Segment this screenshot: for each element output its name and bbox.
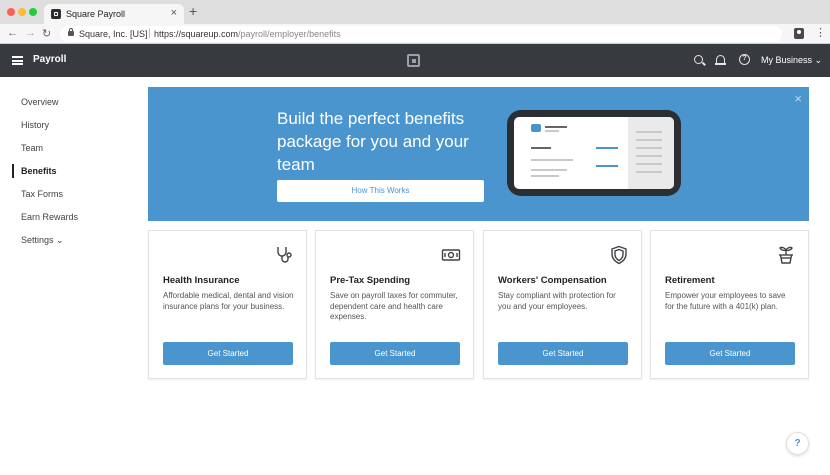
banner-title: Build the perfect benefits package for y… xyxy=(277,109,469,174)
card-description: Affordable medical, dental and vision in… xyxy=(163,291,294,311)
illustration-line xyxy=(531,169,567,171)
browser-menu-icon[interactable]: ⋮ xyxy=(815,26,826,39)
notifications-bell-icon[interactable] xyxy=(715,55,726,65)
pre-tax-spending-get-started-button[interactable]: Get Started xyxy=(330,342,460,365)
square-favicon-icon xyxy=(51,9,61,19)
tab-close-icon[interactable]: × xyxy=(171,7,177,19)
illustration-line xyxy=(545,126,567,128)
card-title: Health Insurance xyxy=(163,275,240,286)
hamburger-menu-icon[interactable] xyxy=(12,56,23,65)
insurance-logo-icon xyxy=(531,124,541,132)
search-icon[interactable] xyxy=(694,55,703,64)
illustration-line xyxy=(545,130,559,132)
plant-icon xyxy=(779,246,793,264)
retirement-get-started-button[interactable]: Get Started xyxy=(665,342,795,365)
health-insurance-get-started-button[interactable]: Get Started xyxy=(163,342,293,365)
illustration-line xyxy=(636,163,662,165)
reload-button[interactable]: ↻ xyxy=(42,27,51,40)
minimize-window-button[interactable] xyxy=(18,8,26,16)
how-this-works-button[interactable]: How This Works xyxy=(277,180,484,202)
back-button[interactable]: ← xyxy=(7,27,18,39)
card-description: Empower your employees to save for the f… xyxy=(665,291,786,311)
illustration-line xyxy=(531,147,551,149)
illustration-line xyxy=(636,171,662,173)
browser-tab[interactable]: Square Payroll × xyxy=(44,4,184,24)
illustration-line xyxy=(596,147,618,149)
sidebar-item-tax-forms[interactable]: Tax Forms xyxy=(21,189,63,199)
help-floating-button[interactable]: ? xyxy=(786,432,809,455)
illustration-line xyxy=(531,175,559,177)
my-business-dropdown[interactable]: My Business ⌄ xyxy=(761,55,822,66)
banner-close-icon[interactable]: × xyxy=(794,91,802,106)
app-header: Payroll ? My Business ⌄ xyxy=(0,44,830,77)
app-title: Payroll xyxy=(33,54,67,65)
new-tab-button[interactable]: + xyxy=(189,3,197,19)
illustration-line xyxy=(636,147,662,149)
illustration-line xyxy=(531,159,573,161)
profile-extension-icon[interactable] xyxy=(794,28,804,39)
sidebar-item-earn-rewards[interactable]: Earn Rewards xyxy=(21,212,78,222)
illustration-line xyxy=(596,165,618,167)
url-input[interactable]: Square, Inc. [US] | https://squareup.com… xyxy=(60,26,782,42)
url-host: https://squareup.com xyxy=(154,29,239,39)
workers-compensation-get-started-button[interactable]: Get Started xyxy=(498,342,628,365)
sidebar-item-team[interactable]: Team xyxy=(21,143,43,153)
url-path: /payroll/employer/benefits xyxy=(238,29,341,39)
illustration-line xyxy=(636,155,662,157)
card-title: Workers' Compensation xyxy=(498,275,607,286)
health-insurance-card: Health Insurance Affordable medical, den… xyxy=(148,230,307,379)
forward-button[interactable]: → xyxy=(25,27,36,39)
close-window-button[interactable] xyxy=(7,8,15,16)
stethoscope-icon xyxy=(277,247,292,263)
illustration-line xyxy=(636,131,662,133)
illustration-line xyxy=(636,139,662,141)
phone-screen-illustration xyxy=(514,117,674,189)
card-title: Retirement xyxy=(665,275,715,286)
square-logo-icon[interactable] xyxy=(407,54,420,67)
help-icon[interactable]: ? xyxy=(739,54,750,65)
shield-icon xyxy=(611,245,627,265)
tab-title: Square Payroll xyxy=(66,9,126,19)
card-description: Stay compliant with protection for you a… xyxy=(498,291,616,311)
lock-icon xyxy=(68,28,74,36)
address-bar-row: ← → ↻ Square, Inc. [US] | https://square… xyxy=(0,24,830,44)
sidebar-item-overview[interactable]: Overview xyxy=(21,97,59,107)
browser-tab-bar: Square Payroll × + xyxy=(0,0,830,24)
workers-compensation-card: Workers' Compensation Stay compliant wit… xyxy=(483,230,642,379)
card-title: Pre-Tax Spending xyxy=(330,275,411,286)
maximize-window-button[interactable] xyxy=(29,8,37,16)
money-bill-icon xyxy=(441,249,461,261)
url-separator: | xyxy=(148,28,151,39)
benefits-promo-banner: × Build the perfect benefits package for… xyxy=(148,87,809,221)
retirement-card: Retirement Empower your employees to sav… xyxy=(650,230,809,379)
sidebar-item-settings[interactable]: Settings ⌄ xyxy=(21,235,64,246)
phone-side-panel xyxy=(628,117,674,189)
sidebar-item-benefits[interactable]: Benefits xyxy=(21,166,57,176)
active-item-indicator xyxy=(12,164,14,178)
phone-illustration xyxy=(507,110,681,196)
pre-tax-spending-card: Pre-Tax Spending Save on payroll taxes f… xyxy=(315,230,474,379)
url-organization: Square, Inc. [US] xyxy=(79,29,148,39)
url-text: https://squareup.com/payroll/employer/be… xyxy=(154,29,341,39)
sidebar-item-history[interactable]: History xyxy=(21,120,49,130)
card-description: Save on payroll taxes for commuter, depe… xyxy=(330,291,458,321)
